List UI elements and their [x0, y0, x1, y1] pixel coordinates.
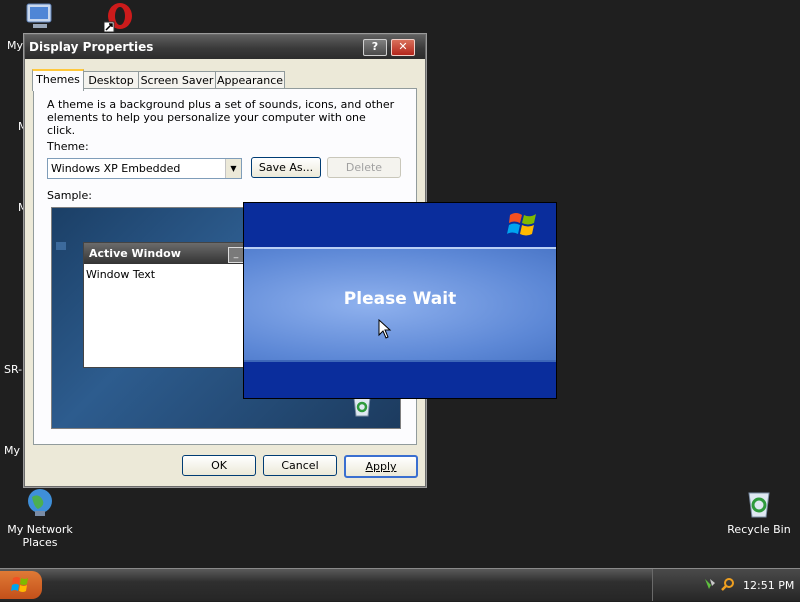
chevron-down-icon[interactable]: ▼ — [225, 159, 241, 178]
delete-button[interactable]: Delete — [327, 157, 401, 178]
please-wait-splash: Please Wait — [243, 202, 557, 399]
ok-button[interactable]: OK — [182, 455, 256, 476]
theme-select[interactable]: Windows XP Embedded ▼ — [47, 158, 242, 179]
sample-window-text: Window Text — [86, 268, 156, 281]
recycle-bin-icon — [743, 487, 775, 519]
windows-logo-icon — [506, 209, 542, 241]
theme-label: Theme: — [47, 140, 89, 153]
desktop-label-partial-3[interactable]: SR- — [4, 363, 22, 376]
start-button[interactable] — [0, 571, 42, 599]
my-computer-icon[interactable] — [24, 2, 56, 32]
help-button[interactable]: ? — [363, 39, 387, 56]
taskbar-clock[interactable]: 12:51 PM — [743, 579, 794, 592]
desktop-label-my-computer[interactable]: My — [7, 39, 23, 52]
opera-icon[interactable] — [103, 2, 136, 33]
cancel-button[interactable]: Cancel — [263, 455, 337, 476]
recycle-bin-label: Recycle Bin — [727, 523, 791, 536]
save-as-button[interactable]: Save As... — [251, 157, 321, 178]
network-tray-icon[interactable] — [703, 577, 717, 591]
desktop-icon-recycle-bin[interactable]: Recycle Bin — [723, 487, 795, 536]
theme-select-value: Windows XP Embedded — [51, 162, 181, 175]
minimize-icon: _ — [228, 247, 244, 263]
cursor-icon — [378, 318, 392, 339]
tab-desktop[interactable]: Desktop — [83, 71, 139, 89]
tab-screen-saver[interactable]: Screen Saver — [138, 71, 216, 89]
close-button[interactable]: ✕ — [391, 39, 415, 56]
network-places-icon — [24, 487, 56, 519]
sample-label: Sample: — [47, 189, 92, 202]
windows-flag-icon — [11, 577, 28, 592]
desktop-icon-network-places[interactable]: My Network Places — [4, 487, 76, 549]
tab-appearance[interactable]: Appearance — [215, 71, 285, 89]
desktop-label-partial-4[interactable]: My — [4, 444, 20, 457]
taskbar: 12:51 PM — [0, 568, 800, 601]
system-tray: 12:51 PM — [652, 569, 800, 601]
sample-desktop-icon — [56, 242, 66, 250]
theme-description: A theme is a background plus a set of so… — [47, 98, 395, 137]
please-wait-text: Please Wait — [343, 289, 457, 309]
search-tray-icon[interactable] — [721, 577, 735, 591]
apply-button[interactable]: Apply — [344, 455, 418, 478]
network-places-label: My Network Places — [7, 523, 73, 549]
dialog-title: Display Properties — [29, 40, 154, 54]
tab-themes[interactable]: Themes — [32, 69, 84, 91]
